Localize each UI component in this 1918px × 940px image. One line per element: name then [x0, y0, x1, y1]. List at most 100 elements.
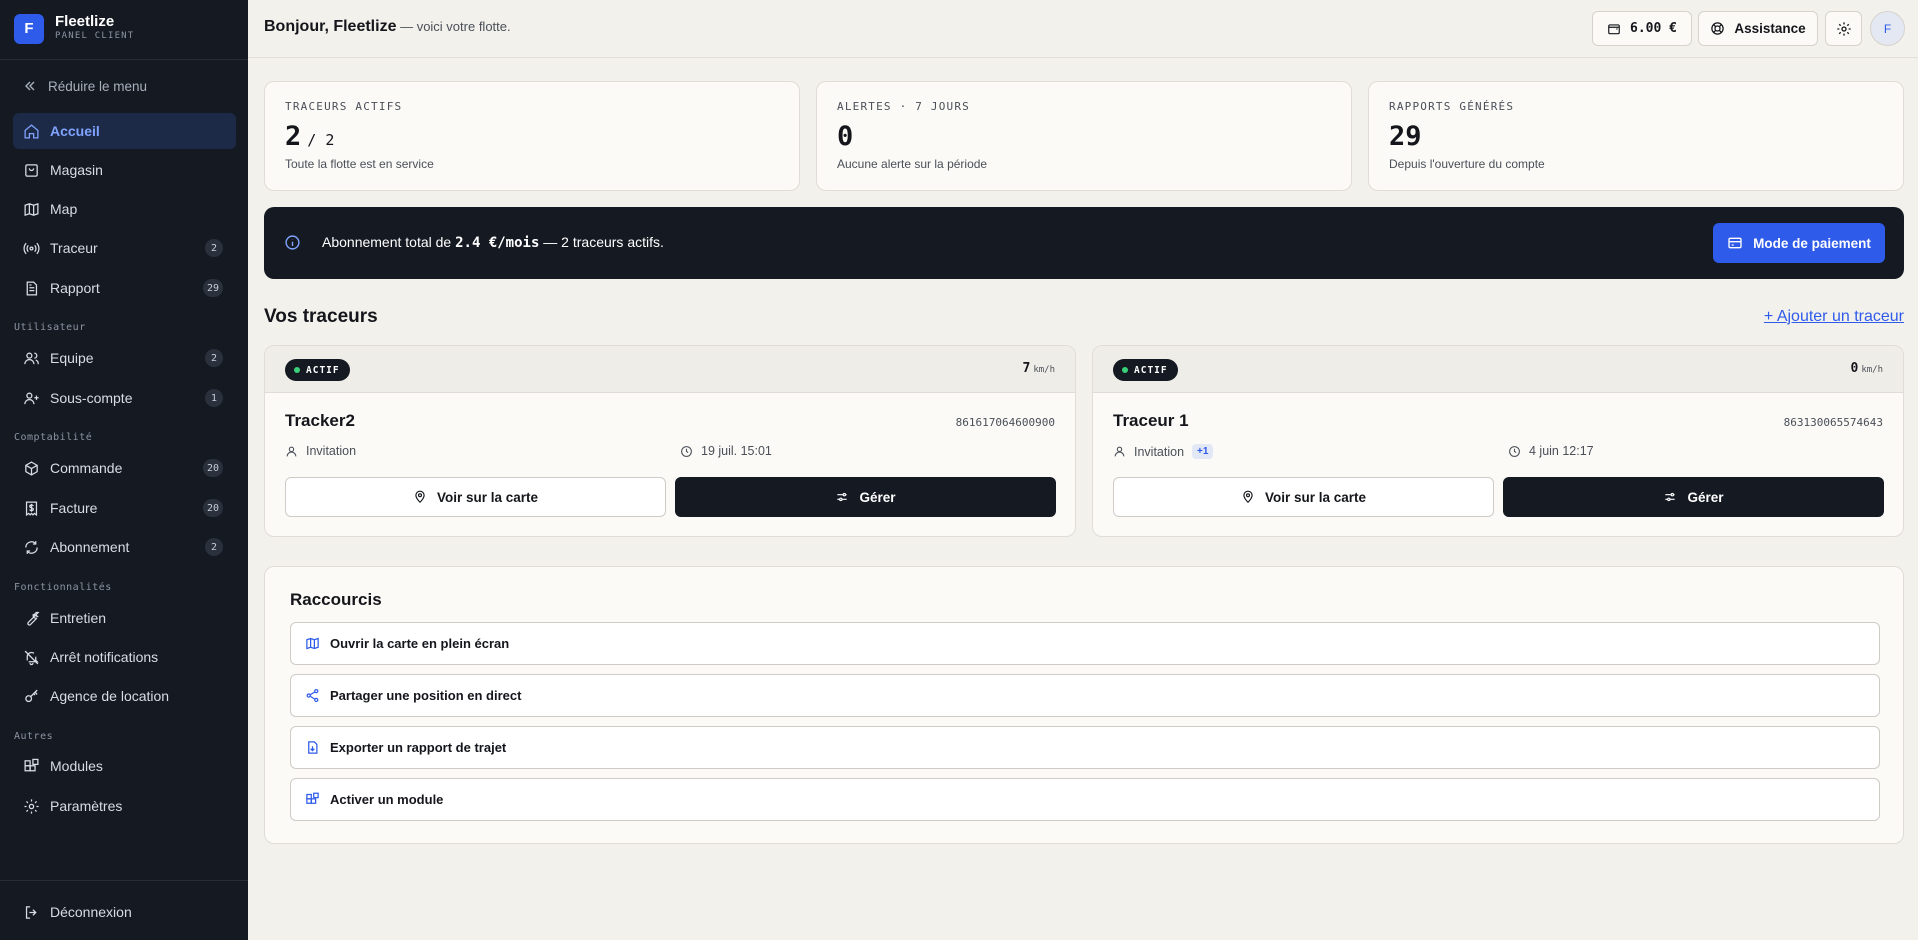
- sidebar-item-map[interactable]: Map: [13, 191, 236, 227]
- map-pin-icon: [1243, 490, 1253, 504]
- gear-icon: [1836, 21, 1851, 36]
- sidebar-item-label: Commande: [50, 460, 123, 476]
- sidebar-item-label: Magasin: [50, 162, 103, 178]
- stat-number: 29: [1389, 121, 1422, 152]
- shortcut-label: Exporter un rapport de trajet: [330, 740, 507, 755]
- stat-number: 2: [285, 121, 302, 152]
- payment-method-button[interactable]: Mode de paiement: [1713, 223, 1885, 263]
- sidebar-item-commande[interactable]: Commande 20: [13, 450, 236, 486]
- shortcut-activate-module[interactable]: Activer un module: [290, 778, 1880, 821]
- status-badge: ACTIF: [1113, 359, 1178, 381]
- sidebar-divider: [0, 880, 248, 881]
- status-badge: ACTIF: [285, 359, 350, 381]
- extra-users-badge: +1: [1192, 444, 1214, 459]
- user-icon: [1114, 446, 1125, 457]
- user-plus-icon: [24, 392, 39, 404]
- shortcuts-title: Raccourcis: [290, 590, 382, 609]
- stat-number: 0: [837, 121, 854, 152]
- refresh-icon: [25, 540, 38, 554]
- sidebar-item-modules[interactable]: Modules: [13, 748, 236, 784]
- sidebar-item-traceur[interactable]: Traceur 2: [13, 230, 236, 266]
- sidebar-item-label: Agence de location: [50, 688, 170, 704]
- subscription-summary: Abonnement total de 2.4 €/mois — 2 trace…: [322, 234, 664, 251]
- settings-button[interactable]: [1825, 11, 1862, 46]
- manage-tracker-button[interactable]: Gérer: [675, 477, 1056, 517]
- shortcut-share-position[interactable]: Partager une position en direct: [290, 674, 1880, 717]
- tracker-card-header: ACTIF 0 km/h: [1093, 346, 1903, 393]
- key-icon: [25, 689, 38, 702]
- trackers-section-title: Vos traceurs: [264, 306, 378, 327]
- section-label-comptabilite: Comptabilité: [14, 432, 93, 443]
- stat-suffix: / 2: [307, 131, 335, 149]
- section-label-autres: Autres: [14, 731, 54, 742]
- shortcut-label: Ouvrir la carte en plein écran: [330, 636, 510, 651]
- sidebar-item-label: Arrêt notifications: [50, 649, 159, 665]
- status-label: ACTIF: [306, 364, 340, 376]
- stat-label: RAPPORTS GÉNÉRÉS: [1389, 100, 1515, 113]
- stat-description: Toute la flotte est en service: [285, 157, 434, 171]
- assistance-button[interactable]: Assistance: [1698, 11, 1818, 46]
- subscription-banner: Abonnement total de 2.4 €/mois — 2 trace…: [264, 207, 1904, 279]
- map-icon: [24, 202, 39, 216]
- tracker-speed: 0 km/h: [1850, 361, 1883, 376]
- file-text-icon: [26, 280, 38, 296]
- stat-card-alerts: ALERTES · 7 JOURS 0 Aucune alerte sur la…: [816, 81, 1352, 191]
- logout-label: Déconnexion: [50, 904, 132, 920]
- tracker-user: Invitation: [285, 444, 356, 458]
- count-badge: 20: [202, 459, 223, 477]
- sidebar-item-facture[interactable]: Facture 20: [13, 490, 236, 526]
- shortcuts-panel: Raccourcis Ouvrir la carte en plein écra…: [264, 566, 1904, 844]
- brand[interactable]: F Fleetlize PANEL CLIENT: [14, 13, 134, 44]
- speed-unit: km/h: [1033, 365, 1055, 375]
- speed-value: 7: [1022, 361, 1031, 376]
- shortcut-label: Partager une position en direct: [330, 688, 522, 703]
- tracker-card: ACTIF 0 km/h Traceur 1 863130065574643 In…: [1092, 345, 1904, 537]
- brand-name: Fleetlize: [55, 13, 115, 30]
- collapse-menu-button[interactable]: Réduire le menu: [24, 76, 147, 96]
- sidebar-item-abonnement[interactable]: Abonnement 2: [13, 529, 236, 565]
- wallet-balance-button[interactable]: 6.00 €: [1592, 11, 1692, 46]
- sidebar-item-rapport[interactable]: Rapport 29: [13, 270, 236, 306]
- stat-value: 29: [1389, 121, 1422, 152]
- info-icon: [285, 235, 300, 250]
- sidebar-item-label: Traceur: [50, 240, 98, 256]
- stat-description: Depuis l'ouverture du compte: [1389, 157, 1545, 171]
- sidebar-item-agence-de-location[interactable]: Agence de location: [13, 678, 236, 714]
- sidebar-item-arret-notifications[interactable]: Arrêt notifications: [13, 639, 236, 675]
- tracker-last-seen: 19 juil. 15:01: [680, 444, 772, 458]
- clock-icon: [1509, 445, 1520, 457]
- tracker-speed: 7 km/h: [1022, 361, 1055, 376]
- sliders-icon: [837, 492, 848, 502]
- tracker-time: 19 juil. 15:01: [701, 444, 772, 458]
- sidebar-item-parametres[interactable]: Paramètres: [13, 788, 236, 824]
- blocks-icon: [306, 792, 319, 804]
- greeting-title: Bonjour, Fleetlize: [264, 18, 397, 35]
- manage-label: Gérer: [1687, 489, 1724, 505]
- count-badge: 2: [205, 538, 223, 556]
- count-badge: 2: [205, 349, 223, 367]
- logout-icon: [25, 905, 37, 919]
- view-on-map-button[interactable]: Voir sur la carte: [1113, 477, 1494, 517]
- sidebar-item-accueil[interactable]: Accueil: [13, 113, 236, 149]
- sidebar-item-magasin[interactable]: Magasin: [13, 152, 236, 188]
- tracker-card: ACTIF 7 km/h Tracker2 861617064600900 Inv…: [264, 345, 1076, 537]
- stat-value: 0: [837, 121, 853, 152]
- settings-icon: [24, 798, 39, 814]
- shortcut-export-report[interactable]: Exporter un rapport de trajet: [290, 726, 1880, 769]
- add-tracker-link[interactable]: + Ajouter un traceur: [1764, 308, 1904, 326]
- view-on-map-button[interactable]: Voir sur la carte: [285, 477, 666, 517]
- manage-tracker-button[interactable]: Gérer: [1503, 477, 1884, 517]
- shortcut-open-map[interactable]: Ouvrir la carte en plein écran: [290, 622, 1880, 665]
- sidebar-item-entretien[interactable]: Entretien: [13, 600, 236, 636]
- tracker-user-label: Invitation: [1134, 444, 1185, 459]
- avatar[interactable]: F: [1870, 11, 1905, 46]
- sidebar-item-equipe[interactable]: Equipe 2: [13, 340, 236, 376]
- wallet-icon: [1608, 23, 1620, 34]
- payment-method-label: Mode de paiement: [1753, 235, 1871, 251]
- receipt-icon: [25, 500, 38, 516]
- tracker-imei: 863130065574643: [1783, 416, 1883, 429]
- logout-button[interactable]: Déconnexion: [13, 894, 236, 930]
- sidebar-item-sous-compte[interactable]: Sous-compte 1: [13, 380, 236, 416]
- wrench-icon: [27, 611, 40, 626]
- stat-card-active-trackers: TRACEURS ACTIFS 2 / 2 Toute la flotte est…: [264, 81, 800, 191]
